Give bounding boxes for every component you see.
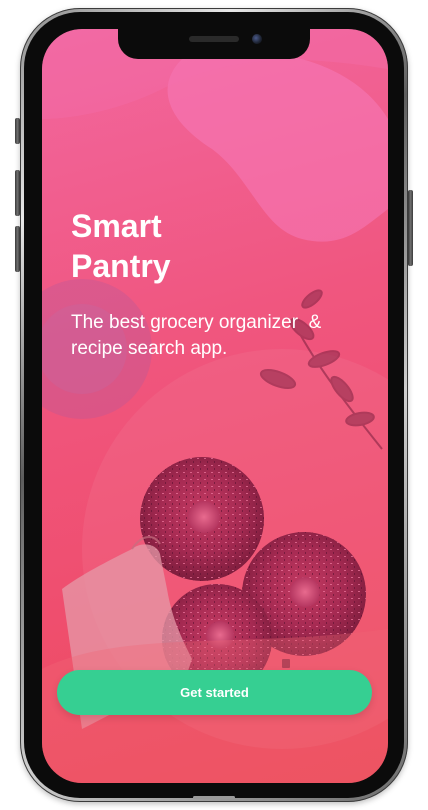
app-title: Smart Pantry bbox=[71, 206, 331, 286]
notch bbox=[118, 29, 310, 59]
app-title-line1: Smart bbox=[71, 208, 162, 244]
get-started-button[interactable]: Get started bbox=[57, 670, 372, 715]
front-camera-icon bbox=[252, 34, 262, 44]
earpiece-speaker bbox=[189, 36, 239, 42]
device-mockup: Smart Pantry The best grocery organizer … bbox=[0, 0, 428, 810]
home-indicator bbox=[193, 796, 235, 799]
power-button bbox=[408, 190, 413, 266]
app-title-line2: Pantry bbox=[71, 248, 171, 284]
app-tagline: The best grocery organizer & recipe sear… bbox=[71, 312, 322, 359]
